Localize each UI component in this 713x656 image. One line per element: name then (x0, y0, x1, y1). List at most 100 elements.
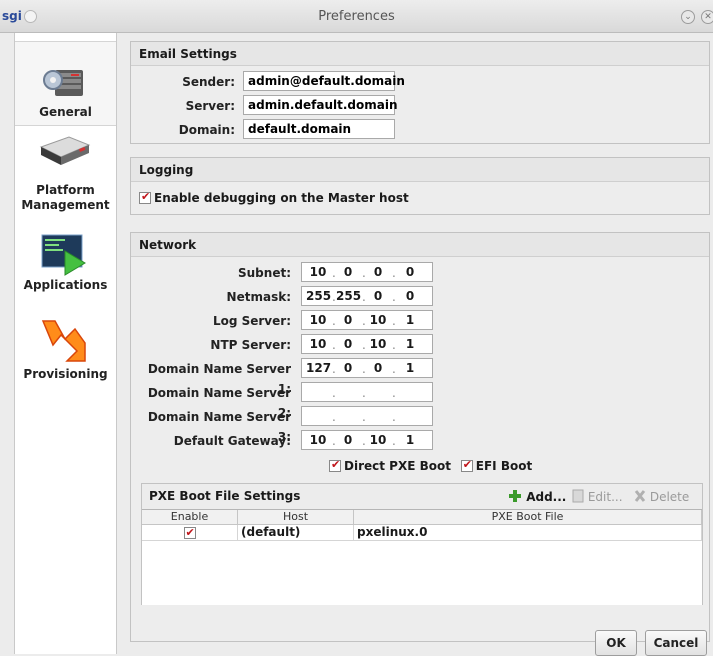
ip-octet[interactable]: 10 (306, 431, 330, 449)
ip-octet[interactable]: 0 (398, 287, 422, 305)
ip-octet[interactable]: 0 (336, 431, 360, 449)
sidebar-item-label: Provisioning (23, 367, 108, 381)
ip-octet[interactable]: 0 (336, 359, 360, 377)
minimize-button[interactable]: ⌄ (681, 10, 695, 24)
ip-octet[interactable]: 10 (306, 335, 330, 353)
delete-icon (634, 490, 646, 502)
table-row-host-cell[interactable]: (default) (238, 525, 354, 541)
ip-dot-separator: . (332, 314, 336, 328)
sidebar-item-label: Applications (23, 278, 108, 292)
sidebar-item-provisioning[interactable]: Provisioning (15, 315, 116, 385)
ip-octet[interactable]: 127 (306, 359, 331, 377)
domain-name-server-1-ip-field[interactable]: 127 0 0 1... (301, 358, 433, 378)
ip-octet[interactable]: 10 (366, 311, 390, 329)
ip-dot-separator: . (392, 290, 396, 304)
ip-octet[interactable]: 10 (306, 263, 330, 281)
column-header-pxe-boot-file[interactable]: PXE Boot File (354, 510, 702, 525)
ip-dot-separator: . (392, 434, 396, 448)
ip-octet[interactable]: 0 (336, 263, 360, 281)
ip-octet[interactable]: 0 (366, 263, 390, 281)
ip-dot-separator: . (392, 314, 396, 328)
sidebar-item-label: Platform Management (21, 183, 110, 212)
delete-button[interactable]: Delete (634, 489, 689, 504)
pxe-toolbar: PXE Boot File Settings Add... Edit... De… (142, 484, 702, 509)
pxe-row-enable-checkbox[interactable] (183, 525, 196, 540)
ip-dot-separator: . (362, 362, 366, 376)
server-field[interactable]: admin.default.domain (243, 95, 398, 115)
server-label: Server: (185, 99, 235, 113)
ip-dot-separator: . (332, 290, 336, 304)
ip-octet[interactable]: 0 (336, 335, 360, 353)
server-rack-gear-icon (43, 70, 83, 96)
subnet-ip-field[interactable]: 10 0 0 0... (301, 262, 433, 282)
network-heading: Network (131, 233, 709, 257)
debug-checkbox-row[interactable]: Enable debugging on the Master host (139, 190, 409, 205)
domain-name-server-3-ip-field[interactable]: ... (301, 406, 433, 426)
ip-octet[interactable]: 10 (366, 431, 390, 449)
ip-octet[interactable]: 1 (398, 359, 422, 377)
ip-octet[interactable]: 0 (366, 287, 390, 305)
ip-dot-separator: . (332, 266, 336, 280)
sidebar-item-platform-management[interactable]: Platform Management (15, 133, 116, 213)
ip-dot-separator: . (362, 338, 366, 352)
column-header-host[interactable]: Host (238, 510, 354, 525)
log-server-ip-field[interactable]: 10 0 10 1... (301, 310, 433, 330)
sidebar: General Platform Management Applications… (14, 33, 117, 654)
ip-dot-separator: . (392, 410, 396, 424)
ip-octet[interactable]: 1 (398, 311, 422, 329)
table-row-enable-cell[interactable] (142, 525, 238, 541)
email-settings-heading: Email Settings (131, 42, 709, 66)
sidebar-item-general[interactable]: General (15, 41, 116, 126)
ip-dot-separator: . (392, 266, 396, 280)
efi-boot-checkbox[interactable] (460, 458, 473, 472)
server-blade-icon (39, 136, 91, 165)
ip-dot-separator: . (362, 410, 366, 424)
ip-octet[interactable]: 255 (306, 287, 331, 305)
domain-field[interactable]: default.domain (243, 119, 395, 139)
sidebar-item-applications[interactable]: Applications (15, 231, 116, 301)
ip-octet[interactable]: 255 (336, 287, 361, 305)
ntp-server-ip-field[interactable]: 10 0 10 1... (301, 334, 433, 354)
ntp-server-label: NTP Server: (210, 338, 291, 352)
ok-button[interactable]: OK (595, 630, 637, 656)
ip-octet[interactable]: 0 (336, 311, 360, 329)
column-header-enable[interactable]: Enable (142, 510, 238, 525)
cancel-button[interactable]: Cancel (645, 630, 707, 656)
table-row-file-cell[interactable]: pxelinux.0 (354, 525, 702, 541)
title-bar: sgi Preferences ⌄ ✕ (0, 0, 713, 33)
pxe-heading: PXE Boot File Settings (149, 489, 301, 503)
sidebar-item-label: General (39, 105, 92, 119)
direct-pxe-checkbox[interactable] (329, 458, 341, 472)
add-button[interactable]: Add... (508, 489, 566, 504)
pxe-boot-file-settings: PXE Boot File Settings Add... Edit... De… (141, 483, 703, 605)
direct-pxe-label: Direct PXE Boot (344, 458, 451, 473)
boot-options: Direct PXE Boot EFI Boot (329, 458, 532, 473)
ip-octet[interactable]: 1 (398, 335, 422, 353)
debug-checkbox[interactable] (139, 190, 151, 204)
ip-dot-separator: . (362, 290, 366, 304)
pxe-table: Enable Host PXE Boot File (default) pxel… (142, 509, 702, 605)
window-title: Preferences (318, 9, 395, 24)
ip-dot-separator: . (332, 338, 336, 352)
close-button[interactable]: ✕ (701, 10, 713, 24)
ip-dot-separator: . (392, 362, 396, 376)
ip-dot-separator: . (332, 410, 336, 424)
sender-label: Sender: (182, 75, 235, 89)
ip-octet[interactable]: 10 (366, 335, 390, 353)
ip-dot-separator: . (392, 338, 396, 352)
ip-dot-separator: . (392, 386, 396, 400)
domain-name-server-2-ip-field[interactable]: ... (301, 382, 433, 402)
default-gateway-ip-field[interactable]: 10 0 10 1... (301, 430, 433, 450)
ip-octet[interactable]: 10 (306, 311, 330, 329)
ip-octet[interactable]: 1 (398, 431, 422, 449)
edit-button[interactable]: Edit... (572, 489, 623, 504)
preferences-content: Email Settings Sender: admin@default.dom… (118, 33, 713, 656)
ip-dot-separator: . (362, 434, 366, 448)
netmask-ip-field[interactable]: 255 255 0 0... (301, 286, 433, 306)
edit-icon (572, 489, 584, 503)
ip-dot-separator: . (332, 434, 336, 448)
ip-octet[interactable]: 0 (366, 359, 390, 377)
sender-field[interactable]: admin@default.domain (243, 71, 405, 91)
logging-heading: Logging (131, 158, 709, 182)
ip-octet[interactable]: 0 (398, 263, 422, 281)
